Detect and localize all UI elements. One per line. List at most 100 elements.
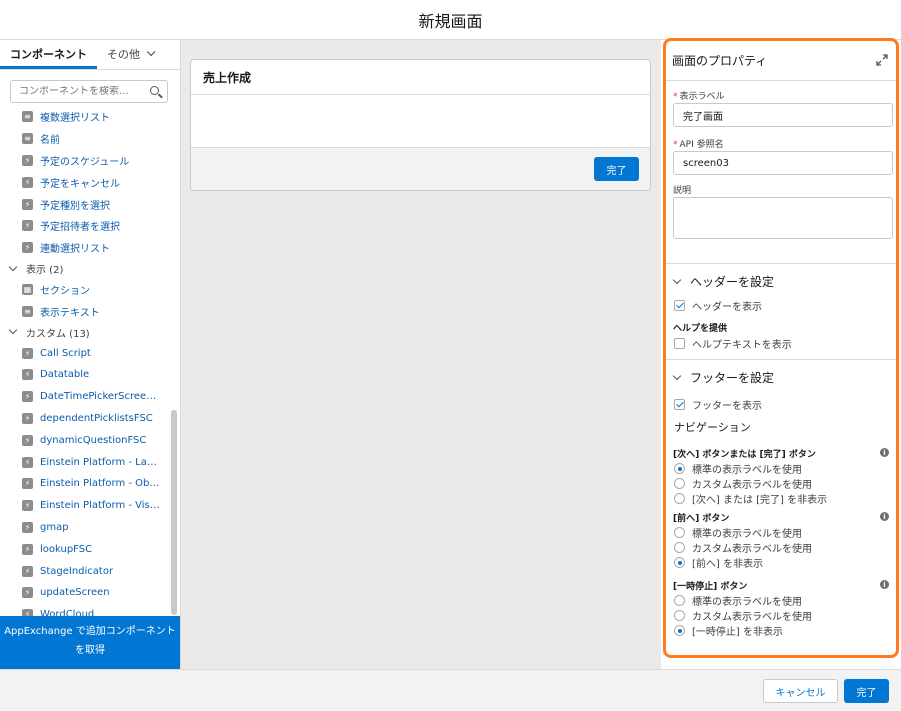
lightning-icon: ⚡ [22, 242, 33, 254]
component-item[interactable]: ⚡ Call Script [0, 342, 181, 364]
modal-header: 新規画面 [0, 0, 901, 40]
screen-properties-panel: 画面のプロパティ *表示ラベル *API 参照名 説明 ヘッダーを設定 ヘッダー… [663, 38, 899, 658]
component-item[interactable]: ⚡ 予定のスケジュール [0, 150, 181, 172]
component-item[interactable]: ⚡ StageIndicator [0, 560, 181, 582]
prev-button-option[interactable]: カスタム表示ラベルを使用 [674, 540, 812, 555]
component-list-scrollbar[interactable] [171, 410, 177, 615]
component-item[interactable]: ⚡ lookupFSC [0, 538, 181, 560]
next-button-option[interactable]: [次へ] または [完了] を非表示 [674, 491, 827, 506]
info-icon[interactable]: i [880, 448, 889, 457]
component-item[interactable]: ⚡ 予定をキャンセル [0, 171, 181, 193]
pause-button-option[interactable]: カスタム表示ラベルを使用 [674, 608, 812, 623]
component-item[interactable]: ▦ セクション [0, 279, 181, 301]
cancel-button[interactable]: キャンセル [763, 679, 838, 703]
component-item[interactable]: ≡ 名前 [0, 128, 181, 150]
checkbox-checked-icon [674, 399, 685, 410]
name-icon: ≡ [22, 133, 33, 145]
api-name-input[interactable] [673, 151, 893, 175]
modal-footer: キャンセル 完了 [0, 669, 901, 711]
component-item[interactable]: ⚡ dependentPicklistsFSC [0, 408, 181, 430]
component-item[interactable]: ⚡ 予定招待者を選択 [0, 215, 181, 237]
category-label: 表示 (2) [26, 265, 64, 277]
component-item[interactable]: ⚡ Einstein Platform - Objec... [0, 473, 181, 495]
next-button-option-label: カスタム表示ラベルを使用 [692, 480, 812, 491]
section-icon: ▦ [22, 283, 33, 295]
radio-icon [674, 493, 685, 504]
component-item-label: セクション [40, 285, 90, 297]
info-icon[interactable]: i [880, 512, 889, 521]
panel-tabs: コンポーネント その他 [0, 40, 180, 70]
component-item[interactable]: ⚡ DateTimePickerScreenC... [0, 386, 181, 408]
pause-button-group-title: [一時停止] ボタン [673, 582, 748, 592]
show-header-label: ヘッダーを表示 [692, 302, 762, 313]
screen-preview[interactable]: 売上作成 完了 [190, 59, 651, 191]
properties-header: 画面のプロパティ [666, 41, 896, 81]
pause-button-option[interactable]: [一時停止] を非表示 [674, 623, 783, 638]
preview-done-button[interactable]: 完了 [594, 157, 639, 181]
component-item-label: 複数選択リスト [40, 113, 110, 125]
search-input[interactable] [19, 86, 144, 97]
next-button-option[interactable]: 標準の表示ラベルを使用 [674, 461, 802, 476]
component-item[interactable]: ⚡ Einstein Platform - Vision [0, 495, 181, 517]
component-item[interactable]: ⚡ WordCloud [0, 604, 181, 616]
component-item[interactable]: ⚡ gmap [0, 517, 181, 539]
category-toggle[interactable]: カスタム (13) [0, 322, 181, 342]
tab-components[interactable]: コンポーネント [0, 39, 97, 69]
lightning-icon: ⚡ [22, 176, 33, 188]
component-item[interactable]: ⚡ updateScreen [0, 582, 181, 604]
show-header-checkbox[interactable]: ヘッダーを表示 [674, 298, 762, 313]
component-item[interactable]: ⚡ Einstein Platform - Lang... [0, 451, 181, 473]
show-help-checkbox[interactable]: ヘルプテキストを表示 [674, 336, 792, 351]
lightning-icon: ⚡ [22, 456, 33, 468]
expand-icon[interactable] [876, 54, 888, 66]
component-item[interactable]: ⚡ 連動選択リスト [0, 237, 181, 259]
category-toggle[interactable]: 表示 (2) [0, 259, 181, 279]
properties-title: 画面のプロパティ [672, 54, 768, 68]
lightning-icon: ⚡ [22, 478, 33, 490]
component-item-label: 予定のスケジュール [40, 156, 130, 168]
prev-button-option[interactable]: [前へ] を非表示 [674, 555, 763, 570]
chevron-down-icon [672, 275, 682, 284]
component-item-label: 名前 [40, 135, 60, 147]
prev-button-option-label: 標準の表示ラベルを使用 [692, 529, 802, 540]
appexchange-button[interactable]: AppExchange で追加コンポーネントを取得 [0, 616, 180, 669]
description-textarea[interactable] [673, 197, 893, 239]
tab-other[interactable]: その他 [97, 39, 162, 69]
component-item[interactable]: ≡ 複数選択リスト [0, 106, 181, 128]
component-item[interactable]: ⚡ dynamicQuestionFSC [0, 429, 181, 451]
component-item-label: gmap [40, 521, 69, 533]
show-footer-checkbox[interactable]: フッターを表示 [674, 397, 762, 412]
lightning-icon: ⚡ [22, 198, 33, 210]
flow-canvas: 売上作成 完了 [181, 40, 661, 669]
lightning-icon: ⚡ [22, 543, 33, 555]
next-button-option-label: 標準の表示ラベルを使用 [692, 465, 802, 476]
next-button-group-title: [次へ] ボタンまたは [完了] ボタン [673, 450, 816, 460]
component-item[interactable]: ⚡ Datatable [0, 364, 181, 386]
category-label: カスタム (13) [26, 328, 90, 340]
info-icon[interactable]: i [880, 580, 889, 589]
component-item[interactable]: ≡ 表示テキスト [0, 300, 181, 322]
component-item-label: 予定種別を選択 [40, 200, 110, 212]
prev-button-option[interactable]: 標準の表示ラベルを使用 [674, 525, 802, 540]
chevron-down-icon [146, 47, 156, 57]
component-item-label: 予定をキャンセル [40, 178, 120, 190]
header-section-toggle[interactable]: ヘッダーを設定 [672, 273, 774, 290]
lightning-icon: ⚡ [22, 391, 33, 403]
component-item-label: dependentPicklistsFSC [40, 412, 153, 424]
footer-section-title: フッターを設定 [690, 371, 775, 385]
display-label-label: * 表示ラベル [673, 92, 725, 102]
footer-section-toggle[interactable]: フッターを設定 [672, 369, 775, 386]
component-list: ≡ 複数選択リスト ≡ 名前 ⚡ 予定のスケジュール ⚡ 予定をキャンセル ⚡ 予定種別を選択 ⚡ 予… [0, 106, 181, 616]
screen-preview-title: 売上作成 [191, 60, 650, 95]
pause-button-option[interactable]: 標準の表示ラベルを使用 [674, 593, 802, 608]
component-item[interactable]: ⚡ 予定種別を選択 [0, 193, 181, 215]
component-search [10, 80, 168, 103]
done-button[interactable]: 完了 [844, 679, 889, 703]
next-button-option-label: [次へ] または [完了] を非表示 [692, 495, 828, 506]
radio-icon [674, 478, 685, 489]
navigation-label: ナビゲーション [674, 421, 751, 434]
display-label-input[interactable] [673, 103, 893, 127]
component-item-label: WordCloud [40, 609, 95, 616]
picklist-icon: ≡ [22, 111, 33, 123]
next-button-option[interactable]: カスタム表示ラベルを使用 [674, 476, 812, 491]
